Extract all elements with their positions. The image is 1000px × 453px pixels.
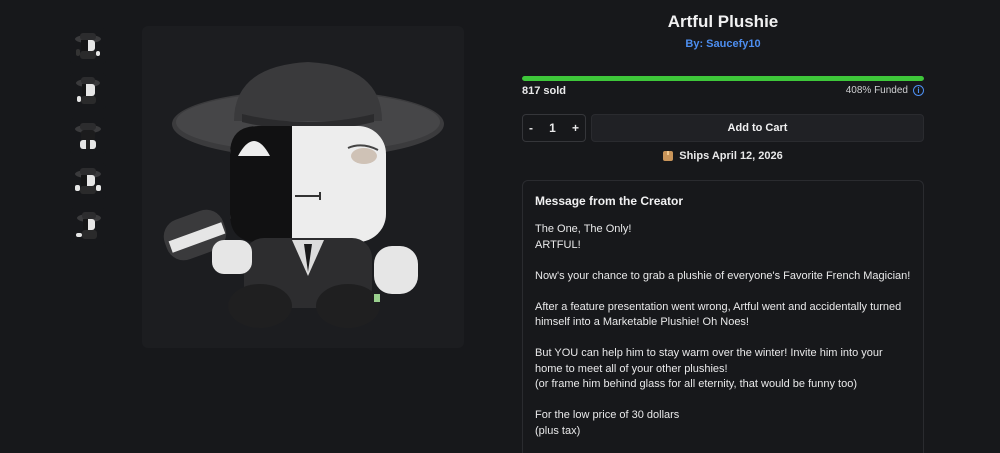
funded-percent: 408% Funded bbox=[845, 85, 908, 96]
message-paragraph: After a feature presentation went wrong,… bbox=[535, 300, 902, 329]
quantity-stepper: - 1 + bbox=[522, 114, 586, 142]
funded-status: 408% Funded i bbox=[700, 85, 924, 96]
thumbnail-5[interactable] bbox=[70, 208, 106, 244]
thumbnail-4[interactable] bbox=[70, 163, 106, 199]
thumbnail-list bbox=[70, 28, 108, 253]
message-paragraph: For the low price of 30 dollars (plus ta… bbox=[535, 409, 680, 437]
funding-progress-fill bbox=[522, 76, 924, 81]
creator-message-panel: Message from the Creator The One, The On… bbox=[522, 180, 924, 453]
plushie-angle-thumbnail bbox=[75, 168, 101, 194]
info-icon[interactable]: i bbox=[913, 85, 924, 96]
message-paragraph: The One, The Only! ARTFUL! bbox=[535, 223, 632, 251]
add-to-cart-button[interactable]: Add to Cart bbox=[591, 114, 924, 142]
quantity-value[interactable]: 1 bbox=[549, 121, 556, 135]
product-image[interactable] bbox=[142, 26, 464, 348]
thumbnail-3[interactable] bbox=[70, 118, 106, 154]
shipping-date: Ships April 12, 2026 bbox=[679, 150, 783, 162]
plushie-side-thumbnail bbox=[76, 77, 100, 104]
plushie-image bbox=[163, 62, 444, 328]
plushie-profile-thumbnail bbox=[76, 212, 101, 239]
shipping-info: Ships April 12, 2026 bbox=[522, 150, 924, 162]
decrement-button[interactable]: - bbox=[529, 121, 533, 135]
message-paragraph: Now's your chance to grab a plushie of e… bbox=[535, 269, 911, 282]
thumbnail-1[interactable] bbox=[70, 28, 106, 64]
creator-message-heading: Message from the Creator bbox=[535, 194, 684, 208]
product-title: Artful Plushie bbox=[667, 12, 779, 31]
message-paragraph: But YOU can help him to stay warm over t… bbox=[535, 347, 883, 390]
creator-message-body: The One, The Only! ARTFUL! Now's your ch… bbox=[535, 222, 911, 439]
package-icon bbox=[663, 151, 674, 161]
increment-button[interactable]: + bbox=[572, 121, 579, 135]
plushie-front-thumbnail bbox=[75, 33, 101, 59]
sold-count: 817 sold bbox=[522, 85, 567, 97]
thumbnail-2[interactable] bbox=[70, 73, 106, 109]
creator-link[interactable]: By: Saucefy10 bbox=[522, 38, 924, 50]
plushie-back-thumbnail bbox=[75, 123, 101, 149]
funding-progress-bar bbox=[522, 76, 924, 81]
